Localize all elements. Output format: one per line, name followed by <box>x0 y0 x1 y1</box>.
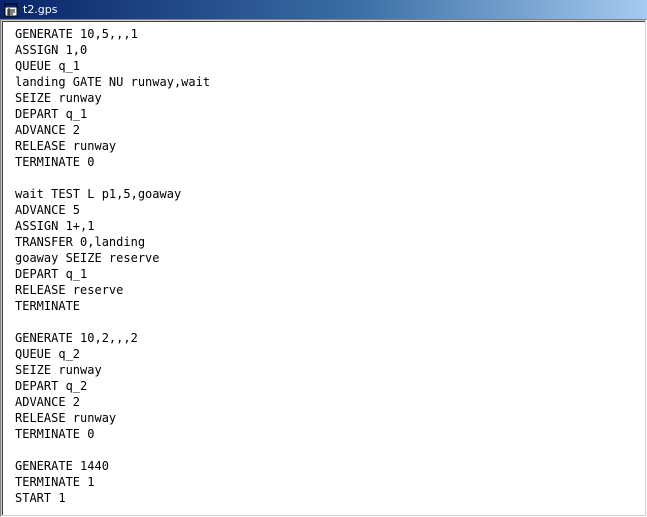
code-line: RELEASE runway <box>15 139 117 153</box>
code-line: SEIZE runway <box>15 91 102 105</box>
code-line: TERMINATE 0 <box>15 155 95 169</box>
code-line: TRANSFER 0,landing <box>15 235 146 249</box>
code-line: GENERATE 10,5,,,1 <box>15 27 138 41</box>
code-line: landing GATE NU runway,wait <box>15 75 211 89</box>
code-line: DEPART q_1 <box>15 267 88 281</box>
window-title: t2.gps <box>23 3 58 16</box>
code-line: RELEASE reserve <box>15 283 124 297</box>
code-line: RELEASE runway <box>15 411 117 425</box>
code-line: ASSIGN 1+,1 <box>15 219 95 233</box>
code-line: wait TEST L p1,5,goaway <box>15 187 182 201</box>
code-line: SEIZE runway <box>15 363 102 377</box>
code-line: GENERATE 10,2,,,2 <box>15 331 138 345</box>
code-line: DEPART q_1 <box>15 107 88 121</box>
code-line: START 1 <box>15 491 66 505</box>
code-line: ADVANCE 2 <box>15 395 81 409</box>
code-line: QUEUE q_2 <box>15 347 81 361</box>
code-line: goaway SEIZE reserve <box>15 251 160 265</box>
title-bar[interactable]: t2.gps <box>0 0 647 19</box>
code-line: ADVANCE 5 <box>15 203 81 217</box>
code-editor[interactable]: GENERATE 10,5,,,1 ASSIGN 1,0 QUEUE q_1land… <box>2 21 645 515</box>
gpss-editor-window: t2.gps GENERATE 10,5,,,1 ASSIGN 1,0 QUEUE … <box>0 0 647 517</box>
code-line: QUEUE q_1 <box>15 59 81 73</box>
code-line: GENERATE 1440 <box>15 459 109 473</box>
code-line: TERMINATE 0 <box>15 427 95 441</box>
code-text: GENERATE 10,5,,,1 ASSIGN 1,0 QUEUE q_1land… <box>15 26 210 506</box>
code-line: ADVANCE 2 <box>15 123 81 137</box>
editor-frame: GENERATE 10,5,,,1 ASSIGN 1,0 QUEUE q_1land… <box>0 19 647 517</box>
code-line: DEPART q_2 <box>15 379 88 393</box>
code-line: TERMINATE <box>15 299 81 313</box>
code-line: ASSIGN 1,0 <box>15 43 88 57</box>
code-line: TERMINATE 1 <box>15 475 95 489</box>
document-icon <box>4 3 18 17</box>
